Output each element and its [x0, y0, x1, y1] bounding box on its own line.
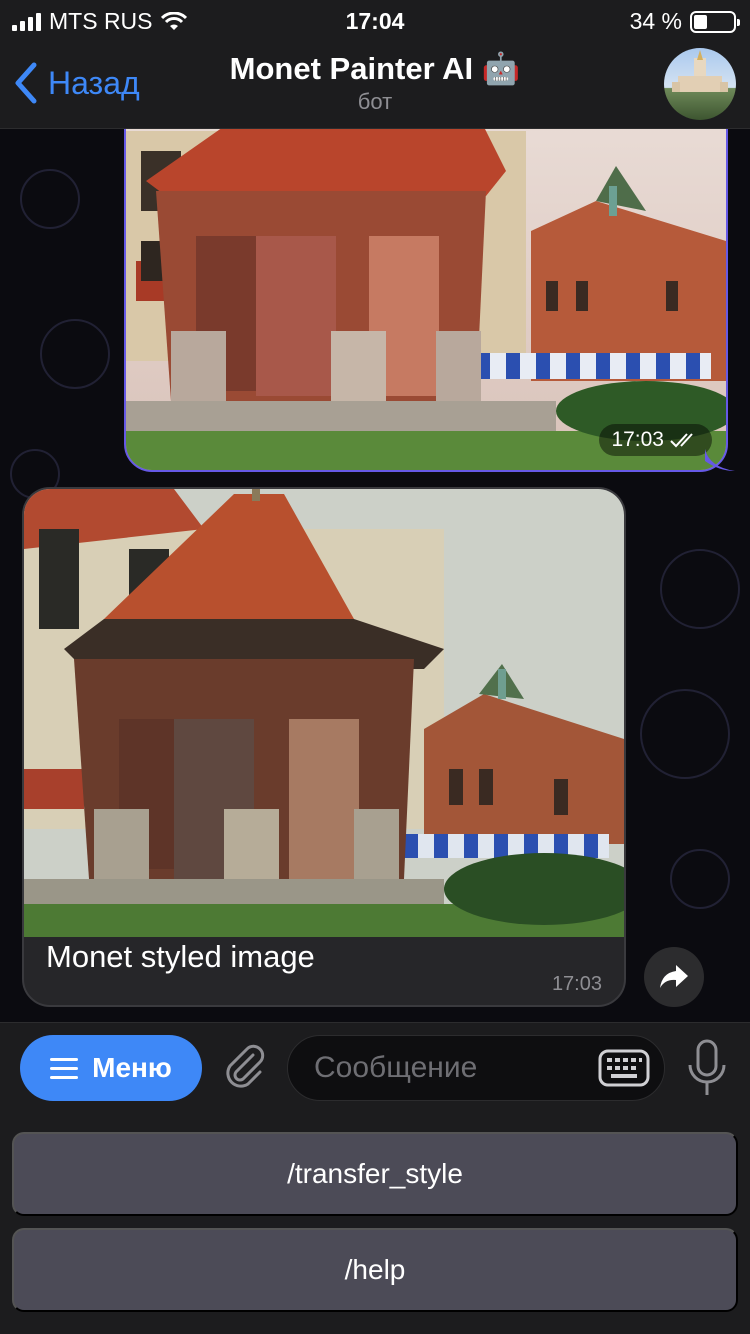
original-photo[interactable] [126, 129, 726, 470]
message-list[interactable]: 17:03 Monet styled image 17:03 [0, 129, 750, 1022]
bot-avatar[interactable] [664, 48, 736, 120]
share-arrow-icon [660, 965, 688, 988]
building-photo-icon [672, 50, 728, 92]
composer-bar: Меню [0, 1022, 750, 1112]
message-time-chip: 17:03 [599, 424, 712, 456]
attach-icon[interactable] [220, 1043, 270, 1093]
menu-button[interactable]: Меню [20, 1035, 202, 1101]
double-check-icon [670, 433, 693, 448]
message-time: 17:03 [611, 428, 664, 451]
message-caption: Monet styled image [46, 939, 315, 974]
chat-header: Назад Monet Painter AI 🤖 бот [0, 40, 750, 129]
command-button-transfer-style[interactable]: /transfer_style [12, 1132, 738, 1216]
forward-button[interactable] [644, 947, 704, 1007]
command-button-help[interactable]: /help [12, 1228, 738, 1312]
hamburger-icon [50, 1057, 79, 1079]
status-bar: MTS RUS 17:04 34 % [0, 0, 750, 40]
outgoing-photo-message[interactable]: 17:03 [124, 129, 728, 472]
doodle-icon [640, 689, 730, 779]
chat-title: Monet Painter AI 🤖 [229, 51, 521, 86]
bubble-tail [705, 449, 735, 471]
status-right: 34 % [629, 8, 740, 35]
keyboard-icon[interactable] [598, 1049, 650, 1087]
chat-subtitle: бот [357, 89, 393, 114]
doodle-icon [660, 549, 740, 629]
doodle-icon [670, 849, 730, 909]
bot-command-keyboard: /transfer_style /help [0, 1112, 750, 1334]
doodle-icon [20, 169, 80, 229]
incoming-photo-message[interactable]: Monet styled image 17:03 [22, 487, 626, 1007]
styled-photo[interactable] [24, 489, 624, 937]
message-time: 17:03 [551, 973, 602, 995]
menu-label: Меню [92, 1052, 172, 1083]
battery-percent: 34 % [629, 8, 682, 34]
chat-title-block[interactable]: Monet Painter AI 🤖 бот [0, 50, 750, 115]
doodle-icon [40, 319, 110, 389]
battery-icon [690, 10, 740, 33]
microphone-icon[interactable] [686, 1039, 728, 1099]
